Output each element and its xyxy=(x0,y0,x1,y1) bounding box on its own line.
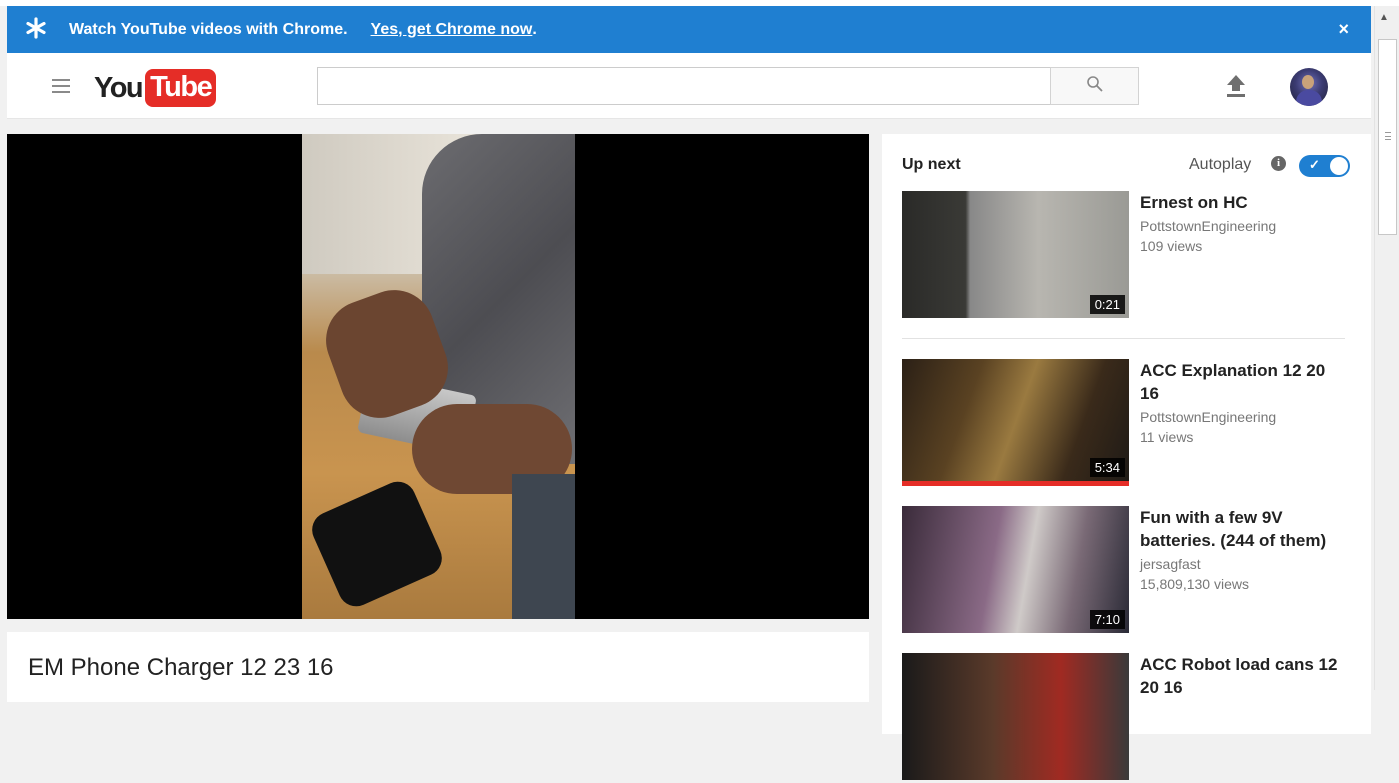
menu-icon[interactable] xyxy=(52,79,70,93)
info-icon[interactable]: i xyxy=(1271,156,1286,171)
autoplay-label: Autoplay xyxy=(1189,156,1252,173)
channel-name: PottstownEngineering xyxy=(1140,409,1277,425)
logo-tube: Tube xyxy=(145,69,217,107)
view-count: 109 views xyxy=(1140,238,1203,254)
check-icon: ✓ xyxy=(1309,157,1320,172)
banner-message: Watch YouTube videos with Chrome. xyxy=(69,20,348,38)
search-button[interactable] xyxy=(1050,67,1139,105)
video-title-link[interactable]: Fun with a few 9V batteries. (244 of the… xyxy=(1140,506,1340,552)
watched-progress-bar xyxy=(902,481,1129,486)
up-next-heading: Up next xyxy=(902,156,961,173)
video-info: EM Phone Charger 12 23 16 xyxy=(7,632,869,702)
video-thumbnail[interactable]: 0:21 xyxy=(902,191,1129,318)
divider xyxy=(902,338,1345,339)
duration-badge: 7:10 xyxy=(1089,610,1125,629)
masthead: You Tube xyxy=(7,53,1371,119)
close-banner-button[interactable]: × xyxy=(1338,19,1349,40)
chrome-promo-banner: Watch YouTube videos with Chrome. Yes, g… xyxy=(7,6,1371,53)
list-item[interactable]: 7:10 Fun with a few 9V batteries. (244 o… xyxy=(902,506,1352,636)
scroll-up-arrow[interactable]: ▲ xyxy=(1379,12,1389,23)
video-thumbnail[interactable]: 5:34 xyxy=(902,359,1129,486)
autoplay-toggle[interactable]: ✓ xyxy=(1299,155,1350,177)
video-thumbnail[interactable] xyxy=(902,653,1129,780)
scrollbar-thumb[interactable] xyxy=(1378,39,1397,235)
up-next-sidebar: Up next Autoplay i ✓ 0:21 Ernest on HC P… xyxy=(882,134,1371,780)
search-icon xyxy=(1086,75,1104,98)
duration-badge: 0:21 xyxy=(1089,295,1125,314)
star-icon xyxy=(25,16,51,43)
upload-icon[interactable] xyxy=(1225,73,1247,99)
video-thumbnail[interactable]: 7:10 xyxy=(902,506,1129,633)
video-title-link[interactable]: ACC Explanation 12 20 16 xyxy=(1140,359,1340,405)
video-title-link[interactable]: ACC Robot load cans 12 20 16 xyxy=(1140,653,1340,699)
duration-badge: 5:34 xyxy=(1089,458,1125,477)
video-player[interactable] xyxy=(7,134,869,619)
channel-name: jersagfast xyxy=(1140,556,1201,572)
video-title: EM Phone Charger 12 23 16 xyxy=(28,654,334,681)
list-item[interactable]: ACC Robot load cans 12 20 16 xyxy=(902,653,1352,783)
banner-period: . xyxy=(532,20,537,38)
get-chrome-link[interactable]: Yes, get Chrome now xyxy=(371,21,533,39)
search-box xyxy=(317,67,1051,105)
page-scrollbar[interactable]: ▲ xyxy=(1374,6,1399,690)
channel-name: PottstownEngineering xyxy=(1140,218,1277,234)
search-input[interactable] xyxy=(318,68,1050,104)
youtube-logo[interactable]: You Tube xyxy=(94,69,217,107)
view-count: 15,809,130 views xyxy=(1140,576,1249,592)
video-title-link[interactable]: Ernest on HC xyxy=(1140,191,1340,214)
avatar[interactable] xyxy=(1290,68,1328,106)
logo-you: You xyxy=(94,71,144,104)
video-frame xyxy=(302,134,575,619)
list-item[interactable]: 0:21 Ernest on HC PottstownEngineering 1… xyxy=(902,191,1352,321)
list-item[interactable]: 5:34 ACC Explanation 12 20 16 PottstownE… xyxy=(902,359,1352,489)
view-count: 11 views xyxy=(1140,429,1194,445)
